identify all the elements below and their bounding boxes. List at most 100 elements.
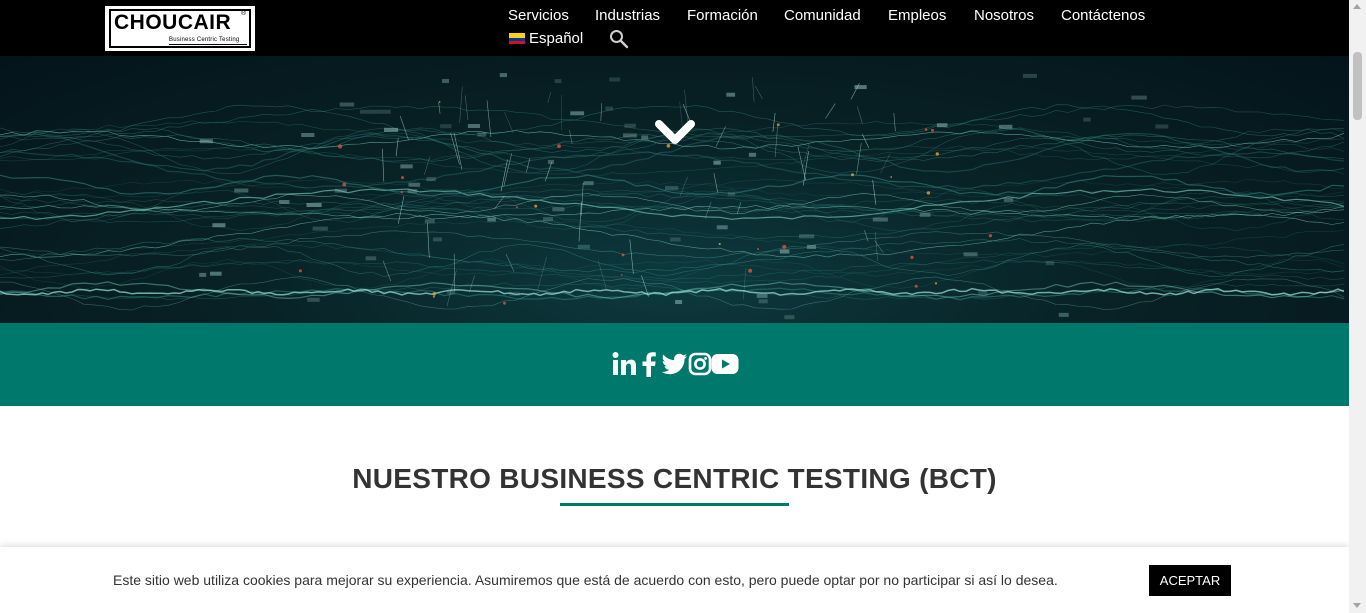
language-selector[interactable]: Español bbox=[509, 30, 583, 48]
hero-dot bbox=[748, 268, 753, 273]
page: CHOUCAIR ® Business Centric Testing Serv… bbox=[0, 0, 1366, 613]
nav-item-nosotros[interactable]: Nosotros bbox=[974, 7, 1034, 25]
hero-streak bbox=[857, 106, 863, 124]
hero-data-label bbox=[963, 252, 978, 257]
hero-data-label bbox=[665, 185, 679, 190]
hero-data-label bbox=[426, 177, 436, 182]
youtube-link[interactable] bbox=[711, 351, 739, 377]
hero-dot bbox=[298, 269, 302, 273]
hero-dot bbox=[935, 152, 939, 156]
logo-tagline: Business Centric Testing bbox=[169, 37, 240, 43]
hero-dot bbox=[503, 301, 506, 305]
hero-banner: digital bbox=[0, 56, 1349, 323]
hero-dot bbox=[934, 282, 938, 285]
hero-data-label bbox=[509, 291, 520, 296]
hero-data-label bbox=[641, 135, 649, 140]
accept-cookies-button[interactable]: ACEPTAR bbox=[1149, 565, 1231, 596]
hero-data-label bbox=[424, 219, 435, 224]
hero-streak bbox=[755, 85, 763, 100]
hero-data-label bbox=[1083, 117, 1091, 122]
nav-item-servicios[interactable]: Servicios bbox=[508, 7, 569, 25]
search-button[interactable] bbox=[609, 29, 629, 49]
registered-mark: ® bbox=[241, 10, 247, 17]
hero-data-label bbox=[570, 111, 585, 116]
hero-wave-line bbox=[0, 150, 1345, 189]
hero-streak bbox=[736, 202, 742, 214]
hero-data-label bbox=[499, 73, 507, 78]
hero-data-label bbox=[442, 79, 449, 83]
hero-dot bbox=[401, 176, 404, 180]
scroll-down-arrow-icon[interactable] bbox=[1353, 603, 1361, 608]
hero-streak bbox=[547, 91, 552, 103]
hero-data-label bbox=[440, 124, 452, 129]
hero-data-label bbox=[306, 203, 322, 207]
hero-streak bbox=[880, 153, 891, 174]
nav-item-formacion[interactable]: Formación bbox=[687, 7, 758, 25]
nav-item-empleos[interactable]: Empleos bbox=[888, 7, 946, 25]
hero-dot bbox=[438, 101, 441, 103]
hero-data-label bbox=[727, 191, 736, 196]
hero-data-label bbox=[919, 212, 931, 217]
hero-data-label bbox=[407, 189, 418, 194]
hero-data-label bbox=[854, 85, 867, 90]
hero-dot bbox=[620, 274, 623, 276]
colombia-flag-icon bbox=[509, 33, 525, 44]
hero-data-label bbox=[547, 159, 555, 164]
hero-streak bbox=[581, 182, 584, 216]
hero-data-label bbox=[199, 272, 207, 277]
hero-dot bbox=[342, 182, 347, 187]
hero-data-label bbox=[552, 207, 565, 212]
hero-dot bbox=[851, 173, 854, 177]
hero-streak bbox=[438, 102, 441, 114]
hero-streak bbox=[395, 138, 399, 157]
hero-data-label bbox=[577, 244, 590, 249]
hero-streak bbox=[872, 180, 877, 205]
linkedin-link[interactable] bbox=[612, 351, 637, 377]
hero-dot bbox=[890, 176, 893, 178]
scroll-up-arrow-icon[interactable] bbox=[1353, 4, 1361, 9]
nav-item-contactenos[interactable]: Contáctenos bbox=[1061, 7, 1145, 25]
facebook-icon bbox=[642, 352, 656, 377]
hero-data-label bbox=[756, 293, 768, 298]
hero-data-label bbox=[716, 225, 728, 230]
language-label: Español bbox=[529, 30, 584, 47]
hero-wave-line bbox=[0, 188, 1345, 224]
hero-data-label bbox=[339, 102, 355, 107]
site-header: CHOUCAIR ® Business Centric Testing Serv… bbox=[0, 0, 1349, 56]
hero-data-label bbox=[1058, 312, 1069, 317]
hero-data-label bbox=[1131, 95, 1147, 100]
hero-data-label bbox=[487, 217, 496, 222]
facebook-link[interactable] bbox=[641, 351, 657, 377]
hero-data-label bbox=[609, 77, 621, 82]
hero-data-label bbox=[447, 290, 455, 295]
hero-streak bbox=[856, 142, 862, 174]
nav-item-industrias[interactable]: Industrias bbox=[595, 7, 660, 25]
hero-data-label bbox=[554, 79, 562, 84]
hero-streak bbox=[486, 100, 492, 138]
hero-streak bbox=[752, 77, 755, 102]
hero-streak bbox=[464, 95, 469, 121]
choucair-logo[interactable]: CHOUCAIR ® Business Centric Testing bbox=[105, 6, 255, 51]
hero-data-label bbox=[384, 127, 399, 132]
scrollbar-thumb[interactable] bbox=[1353, 52, 1362, 120]
hero-dot bbox=[718, 242, 721, 246]
hero-data-label bbox=[301, 133, 315, 137]
scroll-down-button[interactable] bbox=[654, 118, 696, 148]
page-scrollbar[interactable] bbox=[1349, 0, 1366, 613]
hero-data-label bbox=[978, 290, 988, 295]
nav-item-comunidad[interactable]: Comunidad bbox=[784, 7, 861, 25]
hero-data-label bbox=[670, 237, 681, 242]
hero-dot bbox=[924, 128, 928, 131]
hero-streak bbox=[382, 260, 392, 282]
hero-streak bbox=[797, 146, 806, 181]
hero-data-label bbox=[623, 133, 637, 138]
chevron-down-icon bbox=[655, 120, 695, 144]
hero-wave-line bbox=[0, 200, 1345, 240]
instagram-link[interactable] bbox=[688, 351, 712, 377]
hero-data-label bbox=[477, 132, 487, 137]
hero-data-label bbox=[726, 92, 736, 97]
hero-streak bbox=[459, 86, 463, 123]
social-links-band bbox=[0, 323, 1349, 406]
twitter-link[interactable] bbox=[661, 351, 688, 377]
hero-data-label bbox=[799, 234, 815, 239]
